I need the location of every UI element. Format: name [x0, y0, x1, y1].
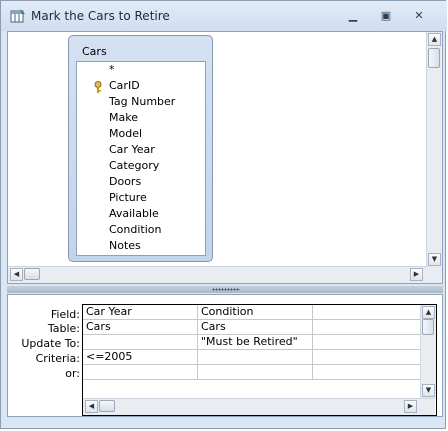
upper-vertical-thumb[interactable]: [428, 48, 440, 68]
scroll-down-icon[interactable]: ▼: [422, 384, 435, 397]
row-label-field: Field:: [50, 308, 80, 321]
row-label-update-to: Update To:: [21, 337, 80, 350]
scroll-up-icon[interactable]: ▲: [422, 306, 435, 319]
grid-cell-table[interactable]: [313, 320, 421, 335]
field-list[interactable]: * CarID Tag Number Make Model Car Year C…: [76, 61, 206, 256]
scroll-corner: [427, 267, 442, 283]
upper-horizontal-thumb[interactable]: [24, 268, 40, 280]
field-list-item[interactable]: CarID: [109, 79, 140, 92]
grid-cell-field[interactable]: Condition: [198, 305, 313, 320]
grid-vertical-thumb[interactable]: [422, 319, 434, 335]
grid-cell-table[interactable]: Cars: [198, 320, 313, 335]
restore-icon[interactable]: ▣: [375, 7, 397, 25]
grid-cell-or[interactable]: [198, 365, 313, 380]
row-label-or: or:: [65, 367, 80, 380]
field-list-item[interactable]: Model: [109, 127, 142, 140]
splitter-grip-icon[interactable]: [212, 288, 240, 291]
field-list-item[interactable]: Notes: [109, 239, 141, 252]
grid-cell-update-to[interactable]: [83, 335, 198, 350]
grid-horizontal-scrollbar[interactable]: ◀ ▶: [83, 398, 435, 415]
update-query-icon: [10, 9, 25, 23]
grid-horizontal-thumb[interactable]: [99, 400, 115, 412]
query-design-grid[interactable]: Car Year Cars <=2005 Condition Cars "Mus…: [82, 304, 437, 416]
cars-table-box[interactable]: Cars * CarID Tag Number Make Model Car Y…: [68, 35, 213, 262]
scroll-left-icon[interactable]: ◀: [10, 268, 23, 281]
grid-cell-update-to[interactable]: "Must be Retired": [198, 335, 313, 350]
minimize-icon[interactable]: ▁: [342, 7, 364, 25]
grid-cell-table[interactable]: Cars: [83, 320, 198, 335]
close-icon[interactable]: ✕: [408, 7, 430, 25]
grid-cell-field[interactable]: [313, 305, 421, 320]
table-box-title: Cars: [82, 45, 107, 58]
scroll-down-icon[interactable]: ▼: [428, 253, 441, 266]
pane-splitter[interactable]: [7, 286, 443, 293]
window-title: Mark the Cars to Retire: [31, 9, 170, 23]
grid-vertical-scrollbar[interactable]: ▲ ▼: [420, 305, 436, 399]
design-grid-pane: Field: Table: Update To: Criteria: or: C…: [7, 294, 443, 417]
field-list-item[interactable]: Picture: [109, 191, 147, 204]
table-design-pane[interactable]: Cars * CarID Tag Number Make Model Car Y…: [7, 31, 443, 284]
grid-cell-field[interactable]: Car Year: [83, 305, 198, 320]
grid-cell-criteria[interactable]: [198, 350, 313, 365]
grid-cell-criteria[interactable]: [313, 350, 421, 365]
row-label-criteria: Criteria:: [35, 352, 80, 365]
field-list-item[interactable]: Make: [109, 111, 138, 124]
scroll-right-icon[interactable]: ▶: [410, 268, 423, 281]
query-window: Mark the Cars to Retire ▁ ▣ ✕ Cars * Car…: [0, 0, 447, 429]
grid-cell-or[interactable]: [83, 365, 198, 380]
scroll-up-icon[interactable]: ▲: [428, 33, 441, 46]
upper-vertical-scrollbar[interactable]: ▲ ▼: [426, 32, 442, 268]
grid-cell-criteria[interactable]: <=2005: [83, 350, 198, 365]
row-label-table: Table:: [47, 322, 80, 335]
field-list-item[interactable]: Doors: [109, 175, 141, 188]
field-list-item[interactable]: Car Year: [109, 143, 155, 156]
scroll-right-icon[interactable]: ▶: [404, 400, 417, 413]
grid-cell-update-to[interactable]: [313, 335, 421, 350]
grid-cell-or[interactable]: [313, 365, 421, 380]
scroll-left-icon[interactable]: ◀: [85, 400, 98, 413]
title-bar[interactable]: Mark the Cars to Retire ▁ ▣ ✕: [1, 1, 447, 31]
upper-horizontal-scrollbar[interactable]: ◀ ▶: [8, 266, 428, 283]
field-list-item[interactable]: Available: [109, 207, 159, 220]
field-list-item[interactable]: Tag Number: [109, 95, 175, 108]
field-list-item[interactable]: Category: [109, 159, 159, 172]
primary-key-icon: [94, 81, 102, 93]
field-list-item[interactable]: Condition: [109, 223, 162, 236]
field-list-item[interactable]: *: [109, 63, 115, 76]
